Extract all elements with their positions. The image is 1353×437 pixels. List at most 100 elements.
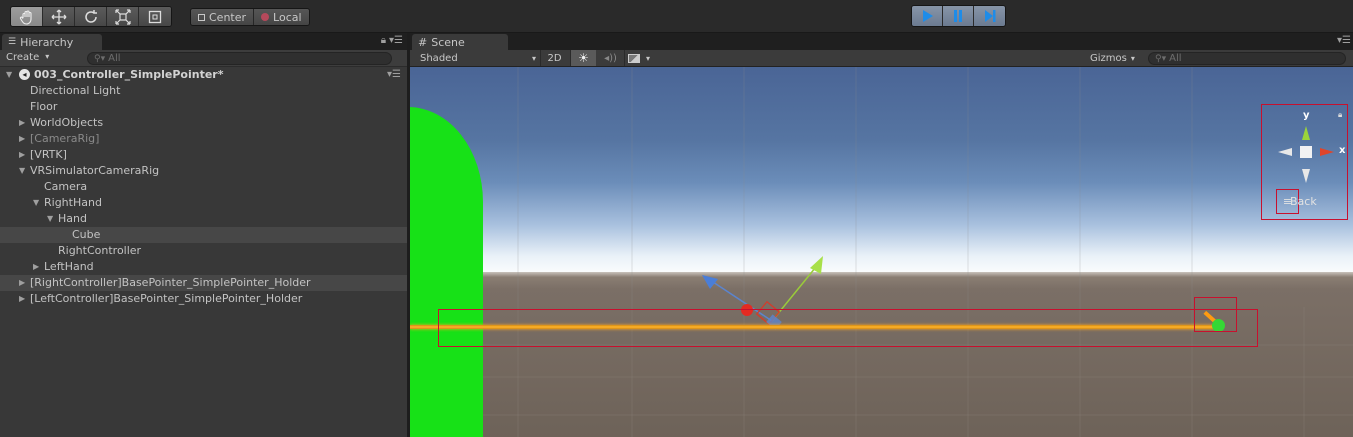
tab-hierarchy-label: Hierarchy — [20, 35, 74, 49]
scene-tabbar: # Scene ▾☰ — [410, 33, 1353, 50]
create-dropdown[interactable]: Create ▾ — [6, 52, 49, 63]
hierarchy-row-label: [CameraRig] — [30, 132, 100, 145]
hierarchy-row[interactable]: Directional Light — [0, 83, 407, 99]
beam-highlight-box — [438, 309, 1258, 347]
sun-icon: ☀ — [578, 51, 589, 65]
chevron-down-icon: ▾ — [531, 53, 536, 63]
scene-search-input[interactable]: ⚲▾ All — [1148, 52, 1346, 65]
expanded-arrow-icon[interactable]: ▼ — [6, 67, 16, 83]
view-direction-label: Back — [1290, 195, 1317, 208]
mode-2d-toggle[interactable]: 2D — [541, 50, 568, 66]
hierarchy-tabbar: ☰ Hierarchy 🔒︎ ▾☰ — [0, 33, 407, 50]
axis-y-label: y — [1303, 110, 1310, 121]
move-tool-button[interactable] — [43, 7, 75, 26]
pivot-local-icon — [261, 13, 270, 21]
tab-hierarchy[interactable]: ☰ Hierarchy — [2, 34, 102, 50]
hand-tool-button[interactable] — [11, 7, 43, 26]
playback-controls — [911, 5, 1006, 27]
hierarchy-row[interactable]: ▶ LeftHand — [0, 259, 407, 275]
scene-toolbar: Shaded ▾ 2D ☀ ◂)) ▾ Gizmos ▾ ⚲▾ All — [410, 50, 1353, 67]
chevron-down-icon: ▾ — [646, 53, 651, 63]
pivot-center-button[interactable]: Center — [191, 9, 255, 25]
pivot-local-button[interactable]: Local — [254, 9, 309, 25]
unity-scene-icon: ◂ — [19, 69, 30, 80]
z-axis-handle-icon — [702, 275, 718, 289]
hierarchy-toolbar: Create ▾ ⚲▾ All — [0, 50, 407, 67]
hierarchy-tab-controls: 🔒︎ ▾☰ — [381, 35, 403, 46]
tip-highlight-box — [1194, 297, 1237, 332]
search-icon: ⚲▾ — [94, 53, 106, 64]
hierarchy-search-input[interactable]: ⚲▾ All — [87, 52, 392, 65]
create-label: Create — [6, 52, 40, 63]
scene-audio-toggle[interactable]: ◂)) — [598, 50, 623, 66]
hierarchy-row[interactable]: ▶ [RightController]BasePointer_SimplePoin… — [0, 275, 407, 291]
scene-viewport[interactable]: y x 🔒︎ ≡ Back — [410, 67, 1353, 437]
play-button[interactable] — [912, 6, 943, 26]
image-icon — [628, 53, 640, 63]
rect-transform-icon — [148, 10, 162, 23]
step-button[interactable] — [974, 6, 1005, 26]
hierarchy-row[interactable]: ▶ WorldObjects — [0, 115, 407, 131]
rect-tool-button[interactable] — [139, 7, 171, 26]
hierarchy-row[interactable]: ▶ [LeftController]BasePointer_SimplePoint… — [0, 291, 407, 307]
gizmos-dropdown[interactable]: Gizmos ▾ — [1090, 50, 1142, 66]
grid-icon: # — [418, 35, 428, 49]
collapsed-arrow-icon[interactable]: ▶ — [19, 115, 29, 131]
expanded-arrow-icon[interactable]: ▼ — [19, 163, 29, 179]
list-icon: ☰ — [8, 37, 17, 47]
chevron-down-icon: ▾ — [1130, 53, 1135, 63]
pivot-local-label: Local — [273, 10, 302, 24]
hierarchy-row[interactable]: ▼ RightHand — [0, 195, 407, 211]
gizmos-label: Gizmos — [1090, 52, 1127, 64]
scene-root-row[interactable]: ▼ ◂ 003_Controller_SimplePointer* ▾☰ — [0, 67, 407, 83]
transform-gizmo[interactable] — [410, 67, 1353, 437]
pause-button[interactable] — [943, 6, 974, 26]
play-icon — [923, 10, 933, 22]
collapsed-arrow-icon[interactable]: ▶ — [33, 259, 43, 275]
hierarchy-row-label: Floor — [30, 100, 58, 113]
hierarchy-tree: ▼ ◂ 003_Controller_SimplePointer* ▾☰ Dir… — [0, 67, 407, 307]
hierarchy-row[interactable]: RightController — [0, 243, 407, 259]
hierarchy-row-label: RightController — [58, 244, 142, 257]
hierarchy-row[interactable]: ▶ [CameraRig] — [0, 131, 407, 147]
scene-panel-menu-icon[interactable]: ▾☰ — [1337, 35, 1351, 46]
shading-mode-dropdown[interactable]: Shaded ▾ — [420, 50, 536, 66]
collapsed-arrow-icon[interactable]: ▶ — [19, 291, 29, 307]
hierarchy-row-label: VRSimulatorCameraRig — [30, 164, 160, 177]
hierarchy-row-label: WorldObjects — [30, 116, 104, 129]
lock-icon[interactable]: 🔒︎ — [381, 35, 386, 46]
mode-2d-label: 2D — [547, 52, 562, 64]
pivot-center-icon — [198, 13, 205, 21]
hierarchy-row[interactable]: ▶ [VRTK] — [0, 147, 407, 163]
collapsed-arrow-icon[interactable]: ▶ — [19, 131, 29, 147]
hierarchy-row[interactable]: ▼ Hand — [0, 211, 407, 227]
orientation-gizmo[interactable]: y x 🔒︎ ≡ Back — [1261, 104, 1348, 220]
rotate-tool-button[interactable] — [75, 7, 107, 26]
collapsed-arrow-icon[interactable]: ▶ — [19, 147, 29, 163]
hierarchy-row[interactable]: Floor — [0, 99, 407, 115]
scene-menu-icon[interactable]: ▾☰ — [387, 67, 401, 83]
panel-menu-icon[interactable]: ▾☰ — [389, 35, 403, 46]
main-toolbar: Center Local — [0, 0, 1353, 33]
hierarchy-row-label: Camera — [44, 180, 88, 193]
gizmo-lock-icon[interactable]: 🔒︎ — [1338, 110, 1342, 120]
scale-tool-button[interactable] — [107, 7, 139, 26]
tab-scene[interactable]: # Scene — [412, 34, 508, 50]
expanded-arrow-icon[interactable]: ▼ — [47, 211, 57, 227]
scene-search-placeholder: All — [1169, 53, 1182, 64]
hierarchy-row[interactable]: Camera — [0, 179, 407, 195]
move-icon — [51, 9, 66, 24]
axis-x-label: x — [1339, 145, 1346, 156]
hierarchy-items: Directional Light Floor ▶ WorldObjects ▶ [Cam… — [0, 83, 407, 307]
scene-lighting-toggle[interactable]: ☀ — [571, 50, 596, 66]
pivot-center-label: Center — [209, 10, 247, 24]
hierarchy-panel: ☰ Hierarchy 🔒︎ ▾☰ Create ▾ ⚲▾ All ▼ ◂ 00… — [0, 33, 407, 437]
hierarchy-row[interactable]: ▼ VRSimulatorCameraRig — [0, 163, 407, 179]
pivot-toggles: Center Local — [190, 8, 310, 26]
expanded-arrow-icon[interactable]: ▼ — [33, 195, 43, 211]
hierarchy-search-placeholder: All — [108, 53, 121, 64]
hierarchy-row-label: [LeftController]BasePointer_SimplePointe… — [30, 292, 303, 305]
scene-effects-dropdown[interactable]: ▾ — [628, 50, 660, 66]
collapsed-arrow-icon[interactable]: ▶ — [19, 275, 29, 291]
hierarchy-row[interactable]: Cube — [0, 227, 407, 243]
